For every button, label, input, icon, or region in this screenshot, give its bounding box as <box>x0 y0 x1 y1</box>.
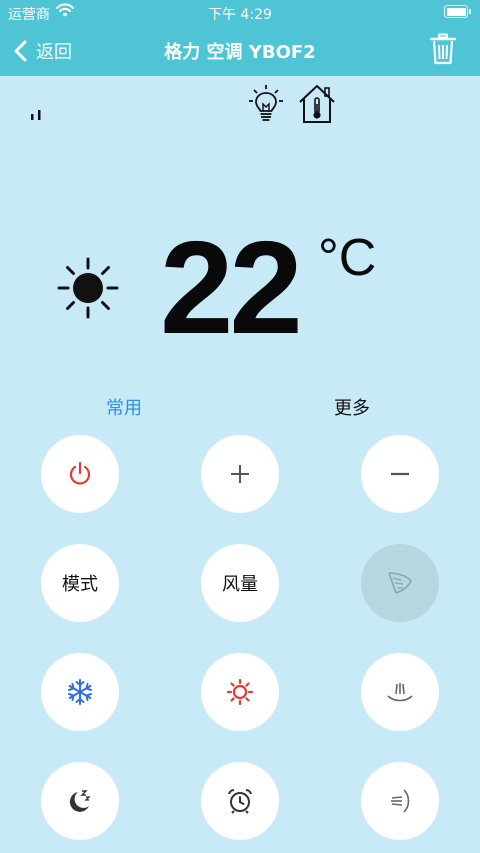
heat-mode-button[interactable] <box>201 653 279 731</box>
top-bar: 运营商 下午 4:29 返回 格力 空调 YBOF2 <box>0 0 480 76</box>
indoor-temperature-icon <box>299 85 335 123</box>
air-swing-button[interactable] <box>361 544 439 622</box>
temperature-unit: °C <box>318 229 377 287</box>
mode-button-label: 模式 <box>62 574 98 595</box>
sleep-button[interactable] <box>41 762 119 840</box>
heat-mode-sun-icon <box>57 257 119 319</box>
vertical-swing-icon <box>387 683 413 702</box>
power-icon <box>69 461 91 485</box>
light-bulb-icon <box>249 85 283 121</box>
moon-sleep-icon <box>69 790 91 812</box>
fan-speed-button[interactable]: 风量 <box>201 544 279 622</box>
mode-button[interactable]: 模式 <box>41 544 119 622</box>
battery-icon <box>444 5 471 18</box>
nav-bar: 返回 格力 空调 YBOF2 <box>0 26 480 76</box>
temperature-up-button[interactable] <box>201 435 279 513</box>
power-button[interactable] <box>41 435 119 513</box>
signal-icon <box>31 110 41 120</box>
snowflake-icon <box>68 679 92 705</box>
minus-icon <box>391 472 409 476</box>
alarm-clock-icon <box>228 789 252 814</box>
horizontal-swing-icon <box>391 789 410 813</box>
status-time: 下午 4:29 <box>208 7 272 23</box>
plus-icon <box>231 465 249 483</box>
trash-icon[interactable] <box>430 33 456 65</box>
page-title: 格力 空调 YBOF2 <box>164 42 316 63</box>
temperature-down-button[interactable] <box>361 435 439 513</box>
timer-button[interactable] <box>201 762 279 840</box>
fan-speed-button-label: 风量 <box>222 574 258 595</box>
tab-more[interactable]: 更多 <box>334 394 370 420</box>
temperature-value: 22 <box>160 214 303 361</box>
air-swing-icon <box>388 572 412 594</box>
swing-horizontal-button[interactable] <box>361 762 439 840</box>
sun-icon <box>226 678 254 706</box>
cool-mode-button[interactable] <box>41 653 119 731</box>
swing-vertical-button[interactable] <box>361 653 439 731</box>
status-bar: 运营商 下午 4:29 <box>0 0 480 26</box>
tab-common[interactable]: 常用 <box>106 394 142 420</box>
